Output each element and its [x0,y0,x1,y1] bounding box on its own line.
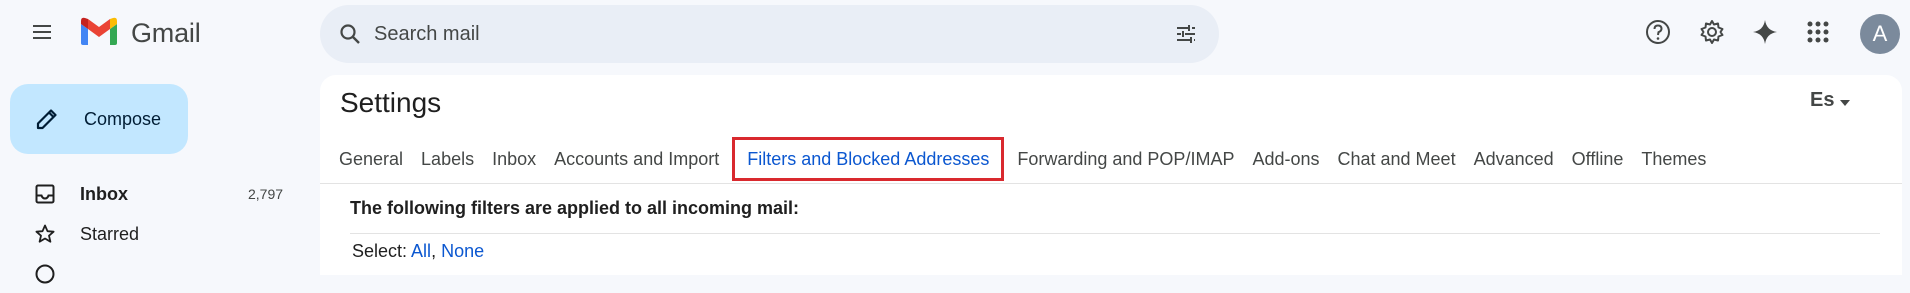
tabs-divider [320,183,1902,184]
app-name: Gmail [131,18,201,48]
compose-button[interactable]: Compose [10,84,188,154]
tab-advanced[interactable]: Advanced [1465,137,1563,181]
sidebar-item-label: Starred [80,223,140,244]
top-header: Gmail Search mail A [0,0,1910,68]
tab-add-ons[interactable]: Add-ons [1243,137,1328,181]
select-none-link[interactable]: None [441,241,484,261]
gemini-sparkle-icon [1751,18,1779,51]
main-menu-button[interactable] [22,14,62,54]
inbox-icon [33,182,57,206]
search-bar [320,5,1219,63]
tab-inbox[interactable]: Inbox [483,137,545,181]
settings-icon [1698,18,1726,51]
menu-icon [30,20,54,49]
language-indicator: Es [1810,89,1835,111]
settings-button[interactable] [1692,14,1732,54]
tab-chat-and-meet[interactable]: Chat and Meet [1329,137,1465,181]
unread-count: 2,797 [248,186,284,202]
tab-accounts-and-import[interactable]: Accounts and Import [545,137,728,181]
select-label: Select: [352,241,408,261]
google-apps-button[interactable] [1798,14,1838,54]
search-icon[interactable] [334,18,366,50]
select-all-link[interactable]: All [411,241,431,261]
gemini-button[interactable] [1745,14,1785,54]
gmail-logo-link[interactable]: Gmail [79,16,201,51]
tab-labels[interactable]: Labels [412,137,483,181]
search-input[interactable] [374,5,1134,63]
clock-icon [33,262,57,286]
apps-grid-icon [1805,19,1831,50]
select-separator: , [431,241,437,261]
gmail-logo-icon [79,16,119,51]
tab-general[interactable]: General [330,137,412,181]
account-avatar[interactable]: A [1860,14,1900,54]
settings-panel: Settings Es General Labels Inbox Account… [320,75,1902,275]
tab-filters-and-blocked-addresses[interactable]: Filters and Blocked Addresses [732,137,1005,181]
tab-forwarding-and-pop-imap[interactable]: Forwarding and POP/IMAP [1008,137,1243,181]
sidebar-item-label: Inbox [80,183,128,204]
help-button[interactable] [1638,14,1678,54]
tab-offline[interactable]: Offline [1563,137,1633,181]
tune-icon[interactable] [1170,18,1202,50]
tab-themes[interactable]: Themes [1632,137,1715,181]
chevron-down-icon [1840,89,1851,112]
page-title: Settings [340,87,442,118]
filters-heading: The following filters are applied to all… [350,198,800,218]
pencil-icon [32,104,62,134]
filters-divider [350,233,1880,234]
compose-label: Compose [84,108,162,129]
select-row: Select: All, None [352,241,484,262]
input-tools-button[interactable]: Es [1810,89,1851,112]
help-icon [1644,18,1672,51]
sidebar-item-inbox[interactable]: Inbox 2,797 [0,175,300,213]
star-icon [33,222,57,246]
sidebar-item-partial[interactable] [0,255,300,293]
settings-tabs: General Labels Inbox Accounts and Import… [330,137,1715,181]
sidebar-item-starred[interactable]: Starred [0,215,300,253]
